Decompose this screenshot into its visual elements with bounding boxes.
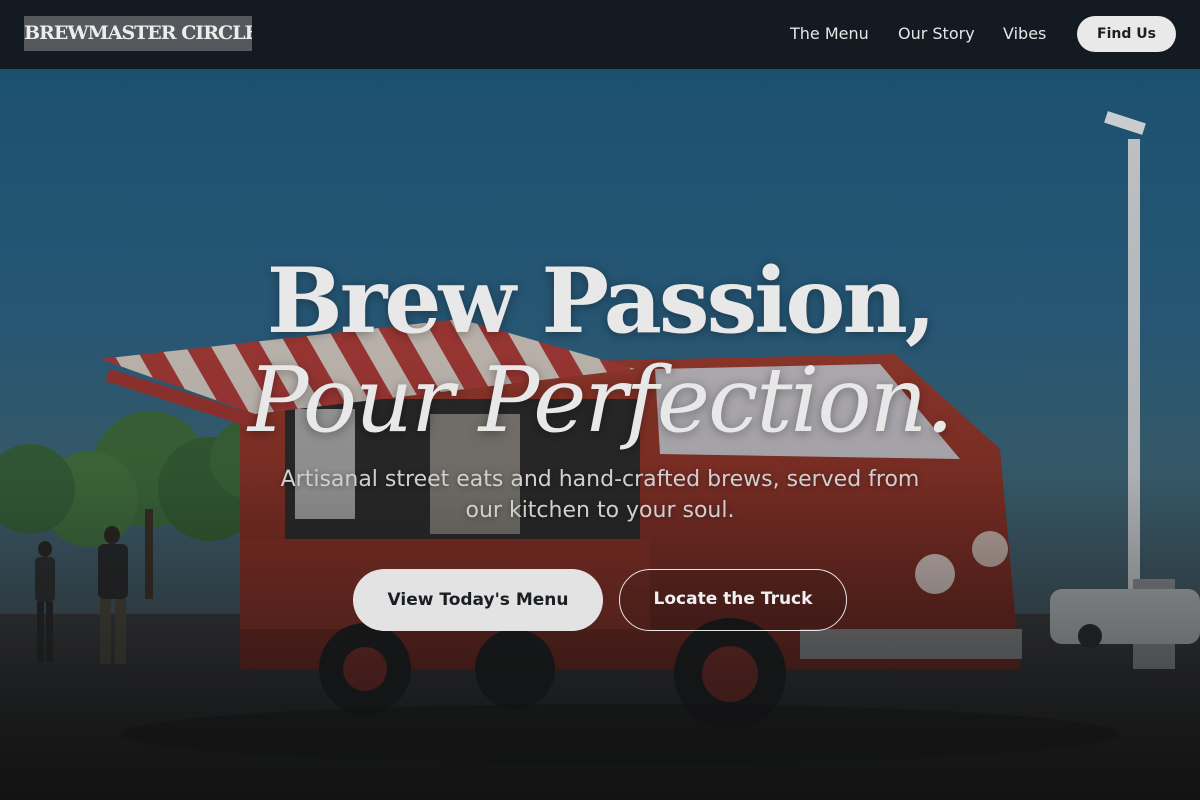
view-menu-button[interactable]: View Today's Menu: [353, 569, 603, 631]
nav-link-vibes[interactable]: Vibes: [1003, 24, 1046, 44]
find-us-button[interactable]: Find Us: [1077, 16, 1176, 52]
locate-truck-button[interactable]: Locate the Truck: [619, 569, 847, 631]
landing-page: BREWMASTER CIRCLE The Menu Our Story Vib…: [0, 0, 1200, 800]
nav-link-our-story[interactable]: Our Story: [898, 24, 975, 44]
hero-title-line-2: Pour Perfection.: [247, 348, 954, 453]
hero-title: Brew Passion, Pour Perfection.: [0, 251, 1200, 451]
hero-subtitle: Artisanal street eats and hand-crafted b…: [280, 467, 920, 523]
hero-title-line-1: Brew Passion,: [266, 248, 936, 354]
hero-section: Brew Passion, Pour Perfection. Artisanal…: [0, 69, 1200, 800]
site-header: BREWMASTER CIRCLE The Menu Our Story Vib…: [0, 0, 1200, 69]
brand-logo[interactable]: BREWMASTER CIRCLE: [24, 16, 252, 51]
nav-link-menu[interactable]: The Menu: [790, 24, 869, 44]
